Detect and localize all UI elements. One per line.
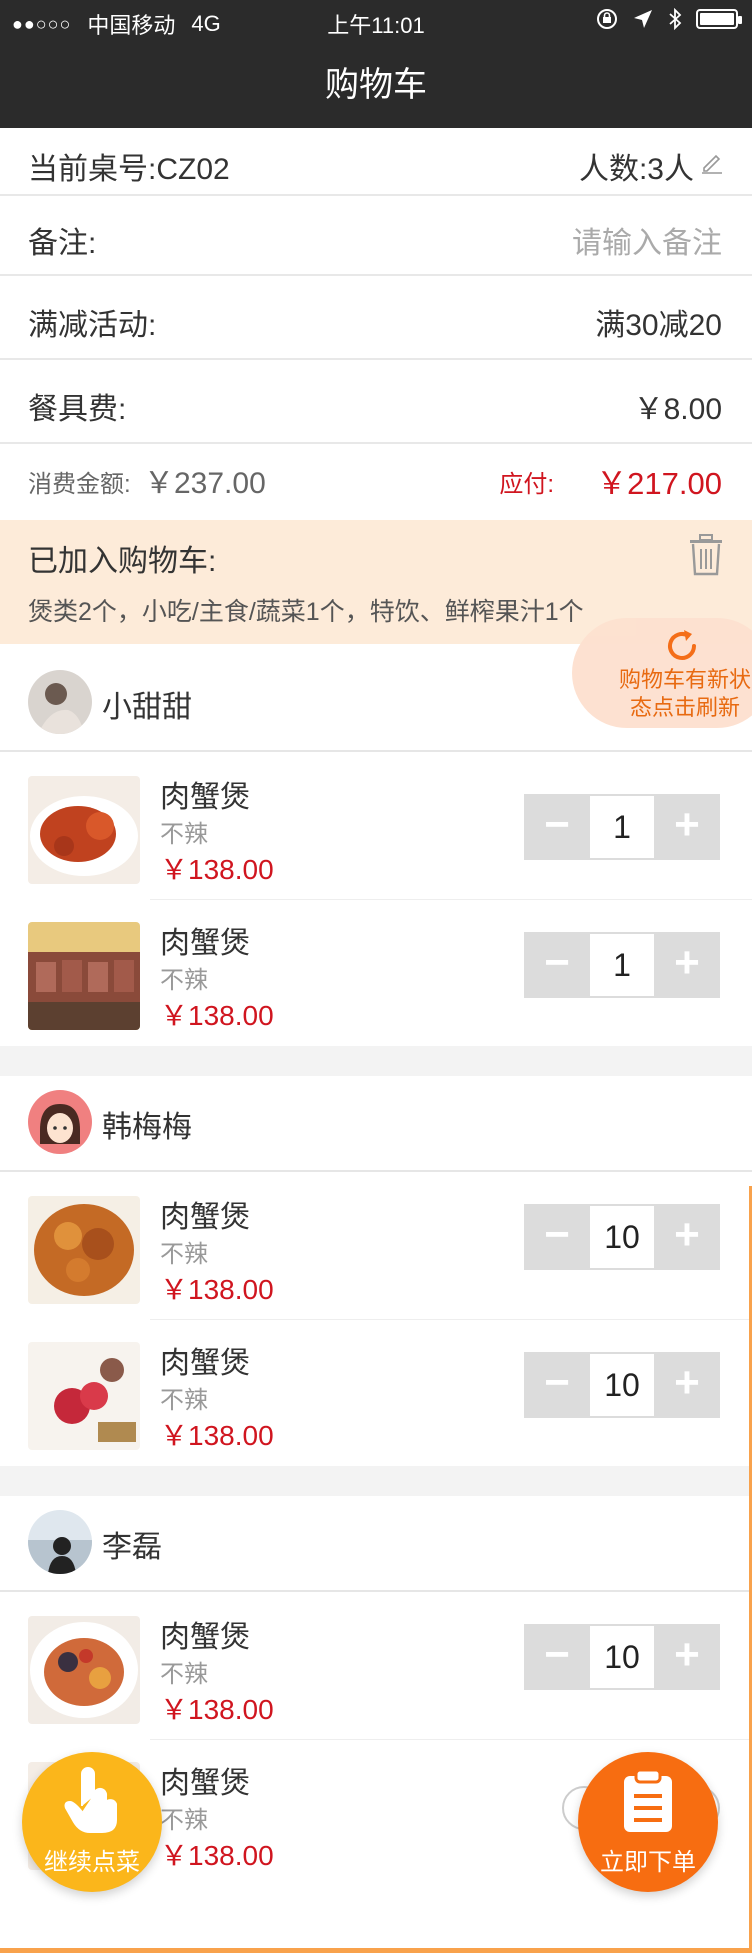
hand-pointer-icon (64, 1767, 117, 1833)
decrease-button[interactable]: − (524, 1352, 590, 1418)
table-info-row: 当前桌号:CZ02 人数:3人 (0, 128, 752, 196)
dish-name: 肉蟹煲 (160, 1201, 250, 1234)
dish-name: 肉蟹煲 (160, 1347, 250, 1380)
list-item: 肉蟹煲 不辣 ￥138.00 − 10 + (0, 1594, 752, 1740)
dish-price: ￥138.00 (160, 1000, 274, 1031)
dish-option: 不辣 (160, 821, 208, 848)
total-row: 消费金额: ￥237.00 应付: ￥217.00 (0, 444, 752, 520)
place-order-label: 立即下单 (600, 1849, 696, 1876)
bottom-accent (0, 1948, 752, 1953)
dish-option: 不辣 (160, 1807, 208, 1834)
consume-label: 消费金额: (28, 471, 131, 498)
tableware-label: 餐具费: (28, 393, 127, 426)
list-item: 肉蟹煲 不辣 ￥138.00 − 1 + (0, 754, 752, 900)
quantity-stepper: − 10 + (524, 1624, 720, 1690)
quantity-value[interactable]: 10 (590, 1204, 654, 1270)
dish-option: 不辣 (160, 1661, 208, 1688)
page-title: 购物车 (0, 42, 752, 128)
rotation-lock-icon (597, 9, 617, 29)
decrease-button[interactable]: − (524, 1204, 590, 1270)
quantity-stepper: − 10 + (524, 1204, 720, 1270)
decrease-button[interactable]: − (524, 932, 590, 998)
quantity-stepper: − 1 + (524, 932, 720, 998)
dish-name: 肉蟹煲 (160, 781, 250, 814)
bluetooth-icon (669, 8, 682, 30)
refresh-icon (668, 630, 696, 660)
dish-image (28, 776, 140, 884)
note-input[interactable]: 请输入备注 (572, 218, 722, 262)
dish-price: ￥138.00 (160, 1420, 274, 1451)
refresh-tip-line2: 态点击刷新 (629, 695, 740, 720)
user-row: 韩梅梅 (0, 1072, 752, 1172)
battery-icon (696, 9, 742, 29)
increase-button[interactable]: + (654, 794, 720, 860)
dish-option: 不辣 (160, 1387, 208, 1414)
avatar (28, 670, 92, 734)
decrease-button[interactable]: − (524, 794, 590, 860)
continue-ordering-button[interactable]: 继续点菜 (22, 1752, 162, 1892)
consume-value: ￥237.00 (144, 467, 266, 500)
edit-people-icon[interactable] (700, 150, 724, 174)
dish-image (28, 922, 140, 1030)
user-row: 李磊 (0, 1492, 752, 1592)
continue-ordering-label: 继续点菜 (44, 1849, 140, 1876)
dish-price: ￥138.00 (160, 854, 274, 885)
dish-price: ￥138.00 (160, 1840, 274, 1871)
user-name: 小甜甜 (102, 691, 192, 724)
user-name: 韩梅梅 (102, 1111, 192, 1144)
increase-button[interactable]: + (654, 1204, 720, 1270)
quantity-value[interactable]: 1 (590, 932, 654, 998)
clipboard-icon (624, 1768, 672, 1832)
refresh-tip-text: 购物车有新状 态点击刷新 (610, 666, 752, 722)
payable-label: 应付: (499, 471, 554, 498)
added-title: 已加入购物车: (28, 545, 217, 578)
quantity-stepper: − 10 + (524, 1352, 720, 1418)
note-label: 备注: (28, 227, 97, 260)
place-order-button[interactable]: 立即下单 (578, 1752, 718, 1892)
increase-button[interactable]: + (654, 1624, 720, 1690)
refresh-cart-button[interactable]: 购物车有新状 态点击刷新 (572, 618, 752, 728)
status-bar: ●●○○○ 中国移动 4G 上午11:01 (0, 0, 752, 42)
decrease-button[interactable]: − (524, 1624, 590, 1690)
promo-row: 满减活动: 满30减20 (0, 276, 752, 360)
dish-image (28, 1616, 140, 1724)
note-row[interactable]: 备注: 请输入备注 (0, 196, 752, 276)
quantity-value[interactable]: 10 (590, 1352, 654, 1418)
trash-icon[interactable] (688, 534, 724, 576)
location-arrow-icon (634, 10, 652, 28)
dish-image (28, 1196, 140, 1304)
quantity-value[interactable]: 10 (590, 1624, 654, 1690)
people-count: 人数:3人 (578, 153, 694, 186)
avatar (28, 1090, 92, 1154)
user-name: 李磊 (102, 1531, 162, 1564)
added-summary-text: 煲类2个，小吃/主食/蔬菜1个，特饮、鲜榨果汁1个 (28, 598, 584, 626)
list-item: 肉蟹煲 不辣 ￥138.00 − 10 + (0, 1320, 752, 1466)
list-item: 肉蟹煲 不辣 ￥138.00 − 1 + (0, 900, 752, 1046)
dish-name: 肉蟹煲 (160, 927, 250, 960)
quantity-value[interactable]: 1 (590, 794, 654, 860)
dish-name: 肉蟹煲 (160, 1767, 250, 1800)
increase-button[interactable]: + (654, 932, 720, 998)
refresh-tip-line1: 购物车有新状 (618, 667, 751, 692)
dish-price: ￥138.00 (160, 1274, 274, 1305)
increase-button[interactable]: + (654, 1352, 720, 1418)
tableware-row: 餐具费: ￥8.00 (0, 360, 752, 444)
table-number: 当前桌号:CZ02 (28, 153, 230, 186)
dish-price: ￥138.00 (160, 1694, 274, 1725)
promo-value: 满30减20 (595, 309, 722, 342)
quantity-stepper: − 1 + (524, 794, 720, 860)
dish-name: 肉蟹煲 (160, 1621, 250, 1654)
promo-label: 满减活动: (28, 309, 157, 342)
dish-image (28, 1342, 140, 1450)
avatar (28, 1510, 92, 1574)
tableware-value: ￥8.00 (633, 393, 722, 426)
dish-option: 不辣 (160, 967, 208, 994)
dish-option: 不辣 (160, 1241, 208, 1268)
list-item: 肉蟹煲 不辣 ￥138.00 − 10 + (0, 1174, 752, 1320)
payable-value: ￥217.00 (596, 466, 722, 501)
